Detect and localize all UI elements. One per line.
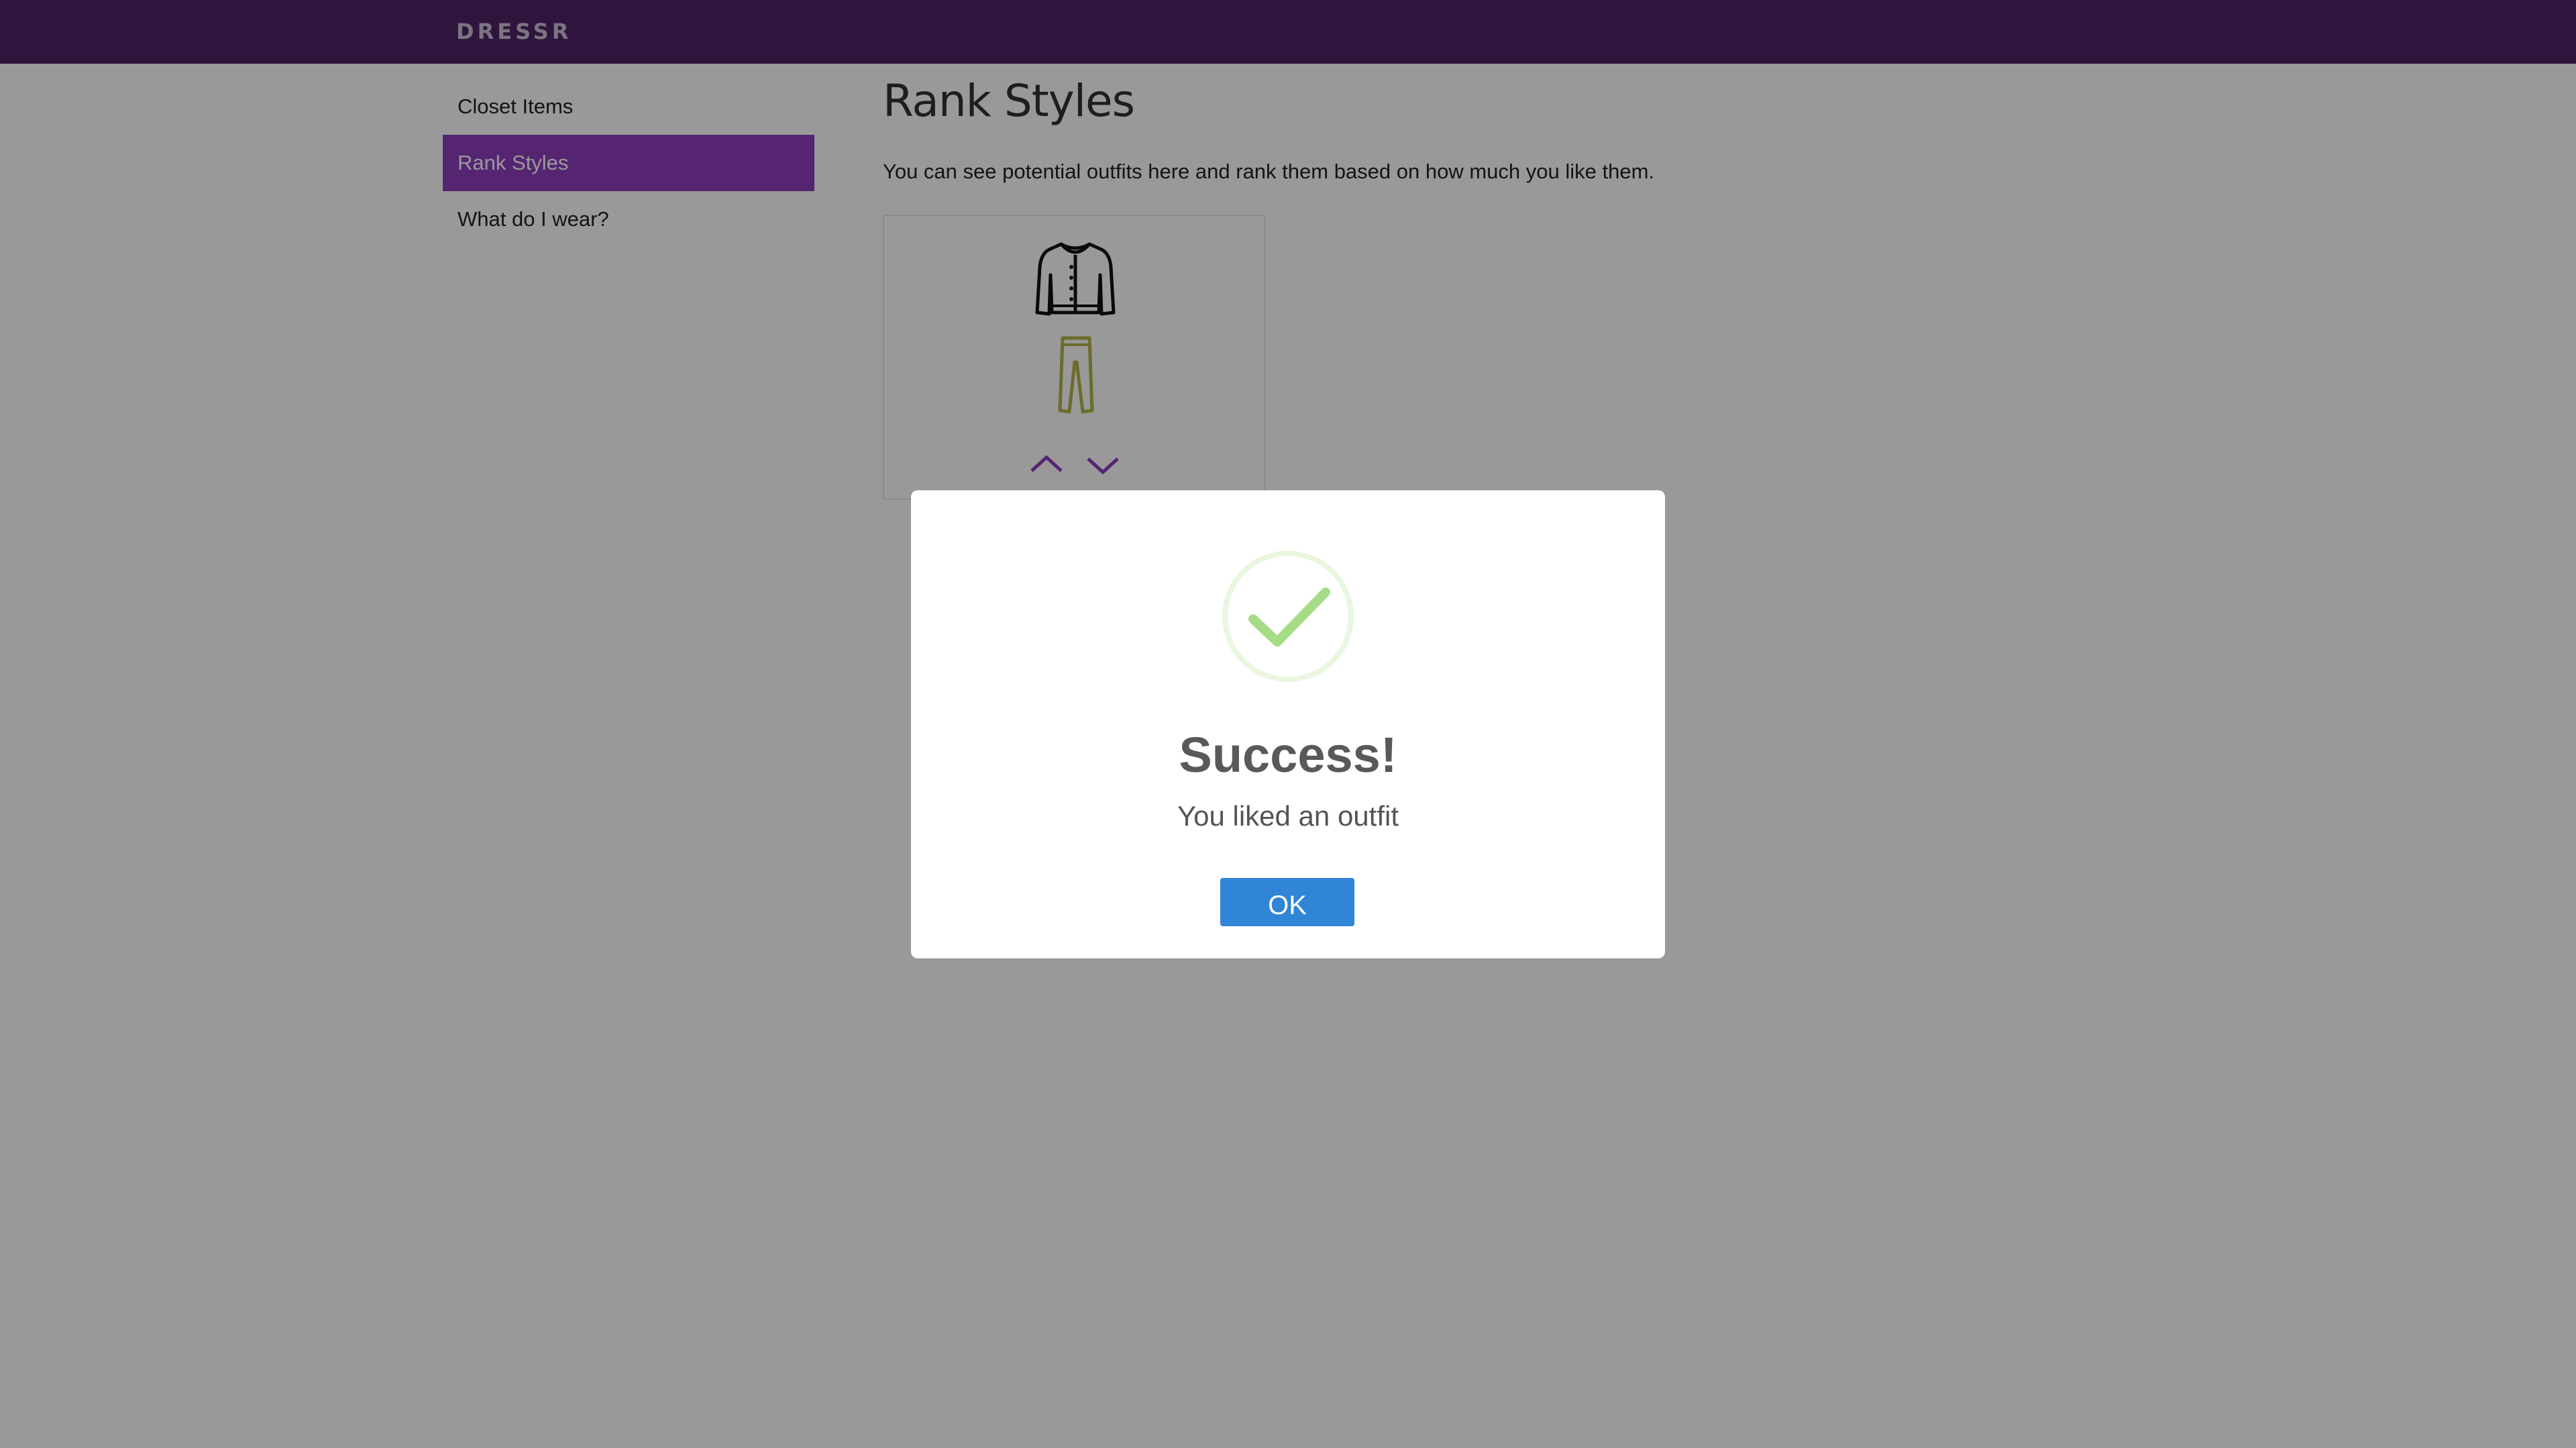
- dialog-message: You liked an outfit: [1177, 800, 1399, 832]
- dialog-title: Success!: [1179, 727, 1397, 783]
- page: DRESSR Closet Items Rank Styles What do …: [0, 0, 2576, 1448]
- success-dialog: Success! You liked an outfit OK: [911, 490, 1665, 958]
- ok-button[interactable]: OK: [1220, 878, 1354, 926]
- success-check-icon: [1222, 551, 1354, 682]
